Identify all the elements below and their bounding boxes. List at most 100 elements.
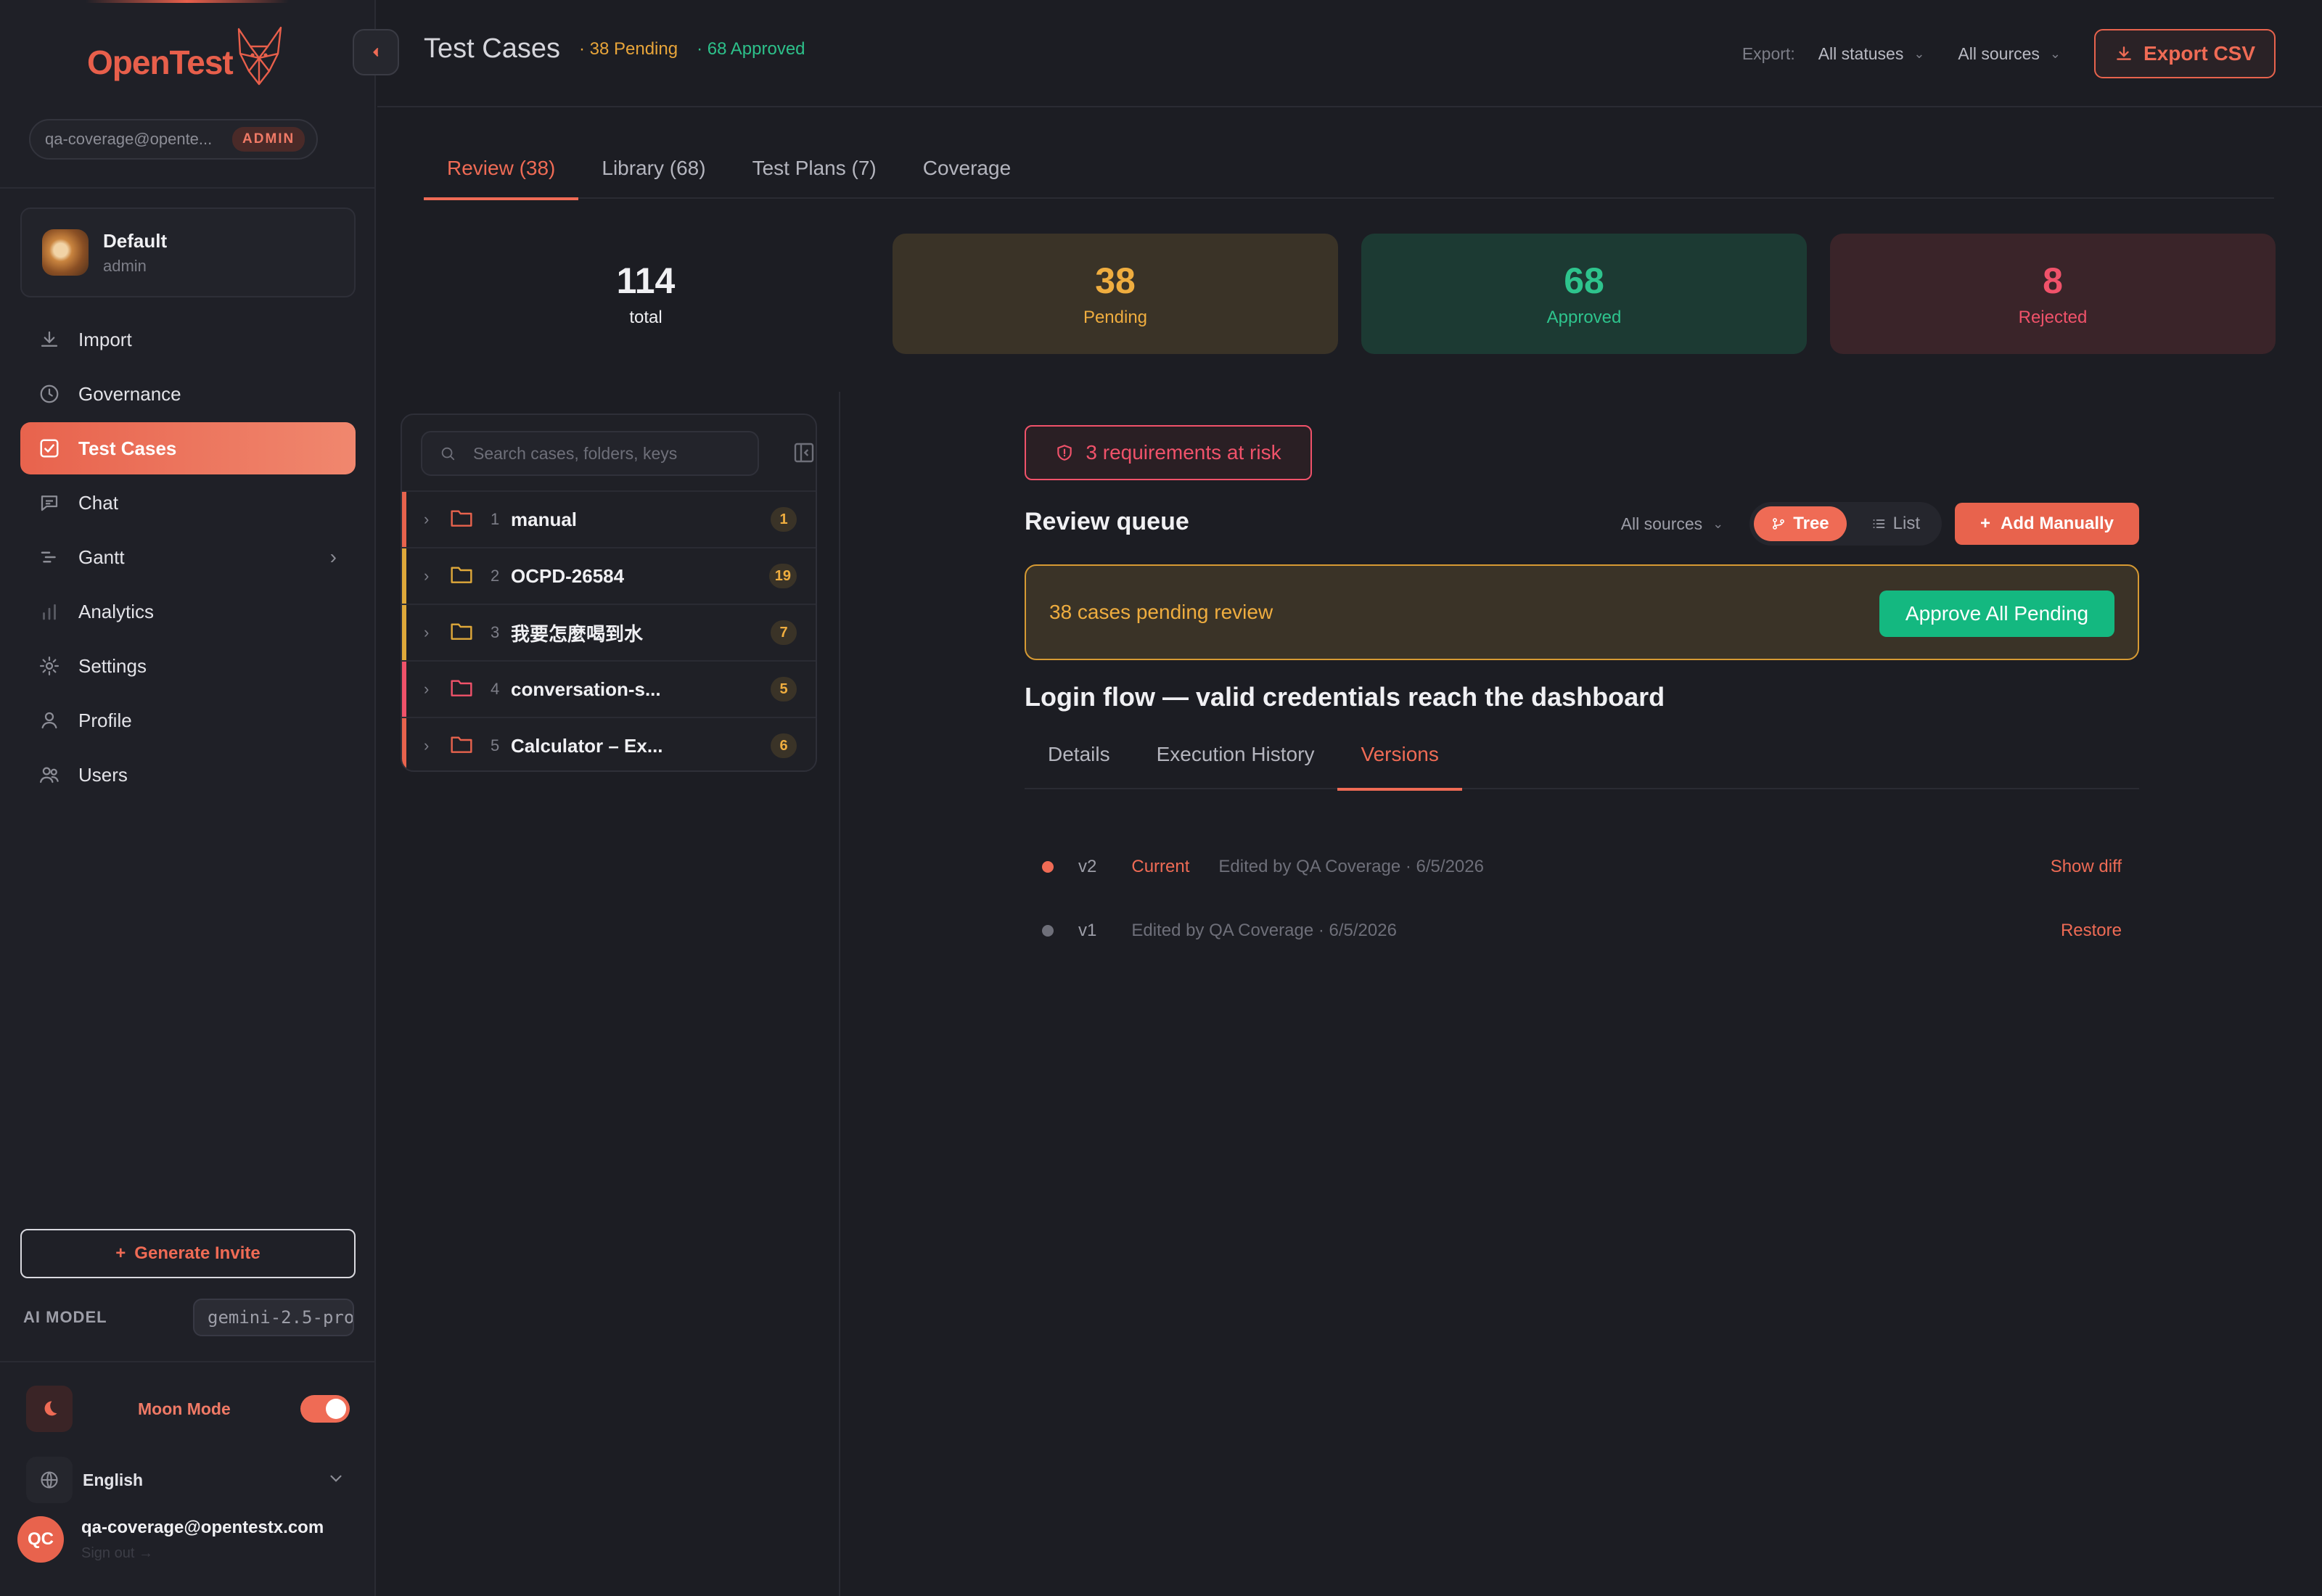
pending-review-banner: 38 cases pending review Approve All Pend…	[1025, 564, 2139, 660]
export-csv-button[interactable]: Export CSV	[2094, 29, 2276, 78]
sidebar-item-label: Gantt	[78, 546, 125, 568]
role-badge: ADMIN	[232, 127, 305, 152]
collapse-panel-icon[interactable]	[792, 441, 816, 468]
folder-row[interactable]: › 5 Calculator – Ex... 6	[402, 717, 816, 770]
tab-execution-history[interactable]: Execution History	[1133, 743, 1338, 789]
export-controls: Export: All statuses ⌄ All sources ⌄ Exp…	[1742, 29, 2276, 78]
stat-rejected[interactable]: 8 Rejected	[1830, 234, 2276, 354]
language-select[interactable]: English	[26, 1455, 350, 1505]
avatar[interactable]: QC	[17, 1516, 64, 1563]
branch-icon	[1773, 518, 1785, 530]
tab-test-plans[interactable]: Test Plans (7)	[729, 152, 900, 199]
folder-row[interactable]: › 3 我要怎麼喝到水 7	[402, 604, 816, 660]
collapse-sidebar-button[interactable]	[353, 29, 399, 75]
queue-sources-dropdown[interactable]: All sources ⌄	[1621, 514, 1724, 534]
sidebar-item-label: Settings	[78, 654, 147, 677]
restore-button[interactable]: Restore	[2061, 921, 2122, 941]
folder-icon	[450, 508, 480, 532]
moon-mode-toggle[interactable]	[300, 1395, 350, 1423]
sidebar-item-analytics[interactable]: Analytics	[20, 585, 356, 638]
user-chip[interactable]: qa-coverage@opente... ADMIN	[29, 119, 318, 160]
moon-mode-row: Moon Mode	[26, 1384, 350, 1433]
folder-row[interactable]: › 2 OCPD-26584 19	[402, 547, 816, 604]
header-divider	[377, 106, 2322, 107]
status-filter-dropdown[interactable]: All statuses ⌄	[1818, 44, 1925, 64]
sidebar-item-governance[interactable]: Governance	[20, 368, 356, 420]
stat-pending[interactable]: 38 Pending	[893, 234, 1338, 354]
chat-icon	[38, 491, 61, 514]
folder-row[interactable]: › 4 conversation-s... 5	[402, 660, 816, 717]
source-filter-value: All sources	[1958, 44, 2040, 63]
main-tabs: Review (38) Library (68) Test Plans (7) …	[424, 152, 2274, 200]
sidebar-item-profile[interactable]: Profile	[20, 694, 356, 746]
source-filter-dropdown[interactable]: All sources ⌄	[1958, 44, 2061, 64]
gear-icon	[38, 654, 61, 678]
folder-index: 5	[491, 736, 500, 754]
ai-model-label: AI MODEL	[23, 1308, 107, 1326]
sidebar-item-chat[interactable]: Chat	[20, 477, 356, 529]
sign-out-link[interactable]: Sign out →	[81, 1545, 324, 1562]
chevron-right-icon[interactable]: ›	[424, 567, 450, 585]
sidebar-item-label: Profile	[78, 709, 132, 731]
chevron-right-icon[interactable]: ›	[424, 623, 450, 642]
tree-search-input[interactable]: Search cases, folders, keys	[421, 431, 759, 476]
page-title: Test Cases	[424, 33, 560, 64]
workspace-switcher[interactable]: Default admin	[20, 207, 356, 297]
sidebar: OpenTest qa-coverage@opente... ADMIN Def…	[0, 0, 376, 1596]
view-list-button[interactable]: List	[1854, 506, 1937, 541]
fox-logo-icon	[229, 25, 290, 92]
stat-approved[interactable]: 68 Approved	[1361, 234, 1807, 354]
case-title: Login flow — valid credentials reach the…	[1025, 682, 1665, 712]
sidebar-item-import[interactable]: Import	[20, 313, 356, 366]
requirements-at-risk-badge[interactable]: 3 requirements at risk	[1025, 425, 1312, 480]
generate-invite-button[interactable]: + Generate Invite	[20, 1229, 356, 1278]
tab-versions[interactable]: Versions	[1337, 743, 1463, 791]
folder-row[interactable]: › 1 manual 1	[402, 490, 816, 547]
search-icon	[441, 447, 455, 461]
chevron-down-icon: ⌄	[2049, 46, 2061, 61]
account-email: qa-coverage@opentestx.com	[81, 1517, 324, 1537]
folder-name: 我要怎麼喝到水	[511, 622, 644, 645]
folder-count-badge: 19	[768, 564, 797, 588]
folder-accent-bar	[402, 548, 406, 604]
view-list-label: List	[1892, 514, 1920, 533]
stat-total-label: total	[629, 308, 662, 327]
approve-all-pending-button[interactable]: Approve All Pending	[1879, 591, 2114, 637]
moon-icon	[26, 1386, 73, 1432]
chevron-right-icon[interactable]: ›	[424, 736, 450, 755]
brand-logo[interactable]: OpenTest	[87, 26, 290, 92]
folder-count-badge: 1	[771, 507, 797, 532]
risk-badge-label: 3 requirements at risk	[1086, 441, 1281, 464]
queue-sources-value: All sources	[1620, 514, 1703, 533]
sidebar-item-gantt[interactable]: Gantt ›	[20, 531, 356, 583]
add-manually-button[interactable]: + Add Manually	[1955, 503, 2139, 545]
sidebar-item-settings[interactable]: Settings	[20, 640, 356, 692]
download-icon	[2117, 46, 2131, 60]
chevron-right-icon[interactable]: ›	[424, 680, 450, 699]
pending-banner-text: 38 cases pending review	[1049, 601, 1273, 623]
show-diff-button[interactable]: Show diff	[2051, 857, 2122, 877]
stat-rejected-value: 8	[2043, 260, 2063, 301]
review-queue-controls: All sources ⌄ Tree List + Add Manually	[1621, 502, 2139, 546]
chevron-right-icon[interactable]: ›	[424, 510, 450, 529]
version-row: v2 Current Edited by QA Coverage · 6/5/2…	[1025, 849, 2139, 885]
tab-details[interactable]: Details	[1025, 743, 1133, 789]
ai-model-select[interactable]: gemini-2.5-pro	[193, 1299, 354, 1336]
export-label: Export:	[1742, 44, 1795, 63]
bar-chart-icon	[38, 600, 61, 623]
review-queue-title: Review queue	[1025, 508, 1189, 535]
view-tree-button[interactable]: Tree	[1754, 506, 1847, 541]
tab-library[interactable]: Library (68)	[578, 152, 729, 199]
tab-coverage[interactable]: Coverage	[900, 152, 1034, 199]
folder-name: Calculator – Ex...	[511, 734, 663, 757]
view-tree-label: Tree	[1793, 514, 1829, 533]
sidebar-item-users[interactable]: Users	[20, 749, 356, 801]
folder-accent-bar	[402, 605, 406, 660]
sidebar-item-test-cases[interactable]: Test Cases	[20, 422, 356, 474]
tab-review[interactable]: Review (38)	[424, 152, 579, 200]
gantt-icon	[38, 546, 61, 569]
folder-accent-bar	[402, 492, 406, 547]
folder-icon	[450, 734, 480, 758]
case-detail-tabs: Details Execution History Versions	[1025, 743, 2139, 791]
current-version-tag: Current	[1131, 857, 1190, 876]
